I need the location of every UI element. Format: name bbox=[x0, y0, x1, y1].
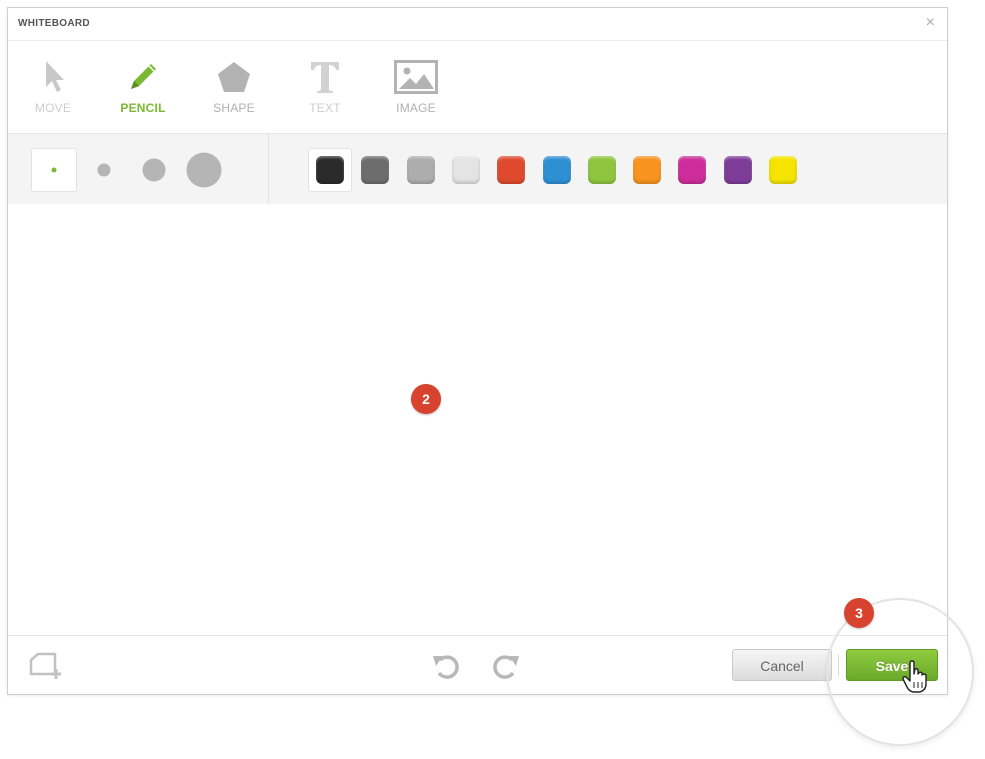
color-swatch-4[interactable] bbox=[489, 148, 533, 192]
step-marker-3: 3 bbox=[844, 598, 874, 628]
color-swatch-fill bbox=[678, 156, 707, 184]
pencil-icon bbox=[131, 64, 156, 89]
brush-size-dot bbox=[97, 163, 111, 177]
tool-image-label: IMAGE bbox=[396, 101, 436, 115]
color-swatch-5[interactable] bbox=[535, 148, 579, 192]
color-swatch-fill bbox=[769, 156, 797, 184]
color-swatch-2[interactable] bbox=[399, 148, 443, 192]
color-swatch-fill bbox=[633, 156, 662, 184]
tool-shape[interactable]: SHAPE bbox=[199, 59, 269, 115]
close-icon[interactable]: × bbox=[926, 14, 935, 32]
dialog-title: WHITEBOARD bbox=[18, 18, 90, 29]
save-button[interactable]: Save bbox=[846, 649, 938, 681]
color-swatch-8[interactable] bbox=[670, 148, 714, 192]
color-swatch-10[interactable] bbox=[761, 148, 805, 192]
options-bar bbox=[8, 133, 947, 205]
tool-move-label: MOVE bbox=[34, 101, 72, 115]
brush-size-dot bbox=[51, 167, 57, 173]
undo-icon[interactable] bbox=[431, 652, 461, 685]
color-swatch-fill bbox=[361, 156, 390, 184]
brush-size-md[interactable] bbox=[131, 148, 177, 192]
color-swatch-fill bbox=[723, 156, 752, 184]
color-swatch-7[interactable] bbox=[625, 148, 669, 192]
button-divider bbox=[838, 654, 839, 676]
image-icon bbox=[394, 60, 438, 94]
title-bar: WHITEBOARD × bbox=[8, 8, 947, 41]
tool-pencil-label: PENCIL bbox=[120, 101, 166, 115]
step-marker-2: 2 bbox=[411, 384, 441, 414]
color-swatch-1[interactable] bbox=[353, 148, 397, 192]
tool-pencil[interactable]: PENCIL bbox=[108, 59, 178, 115]
drawing-canvas[interactable]: 2 bbox=[8, 204, 947, 636]
footer-bar: Cancel Save bbox=[8, 635, 947, 694]
tool-bar: MOVE PENCIL SHAPE TEXT IMAGE bbox=[8, 41, 947, 133]
redo-icon[interactable] bbox=[491, 652, 521, 685]
color-swatch-fill bbox=[316, 156, 344, 184]
tool-move[interactable]: MOVE bbox=[18, 59, 88, 115]
tool-text-label: TEXT bbox=[309, 101, 341, 115]
color-swatch-fill bbox=[542, 156, 571, 184]
cancel-button[interactable]: Cancel bbox=[732, 649, 832, 681]
pointer-arrow-icon bbox=[46, 61, 64, 92]
brush-size-xs[interactable] bbox=[31, 148, 77, 192]
text-t-icon bbox=[311, 62, 339, 93]
color-swatch-fill bbox=[497, 156, 526, 184]
brush-size-sm[interactable] bbox=[81, 148, 127, 192]
brush-size-dot bbox=[186, 152, 222, 188]
new-board-icon[interactable] bbox=[28, 652, 64, 685]
whiteboard-dialog: WHITEBOARD × MOVE PENCIL SHAPE TEXT IMAG… bbox=[7, 7, 948, 695]
brush-size-lg[interactable] bbox=[181, 148, 227, 192]
color-swatch-fill bbox=[451, 156, 480, 184]
tool-image[interactable]: IMAGE bbox=[381, 59, 451, 115]
color-swatch-6[interactable] bbox=[580, 148, 624, 192]
tool-shape-label: SHAPE bbox=[213, 101, 255, 115]
pentagon-icon bbox=[218, 62, 250, 92]
brush-size-dot bbox=[142, 158, 166, 182]
brush-size-group bbox=[8, 134, 269, 204]
color-swatch-0[interactable] bbox=[308, 148, 352, 192]
color-swatch-fill bbox=[406, 156, 435, 184]
color-swatch-3[interactable] bbox=[444, 148, 488, 192]
color-swatch-9[interactable] bbox=[716, 148, 760, 192]
tool-text[interactable]: TEXT bbox=[290, 59, 360, 115]
color-swatch-fill bbox=[587, 156, 616, 184]
color-palette bbox=[268, 134, 947, 204]
